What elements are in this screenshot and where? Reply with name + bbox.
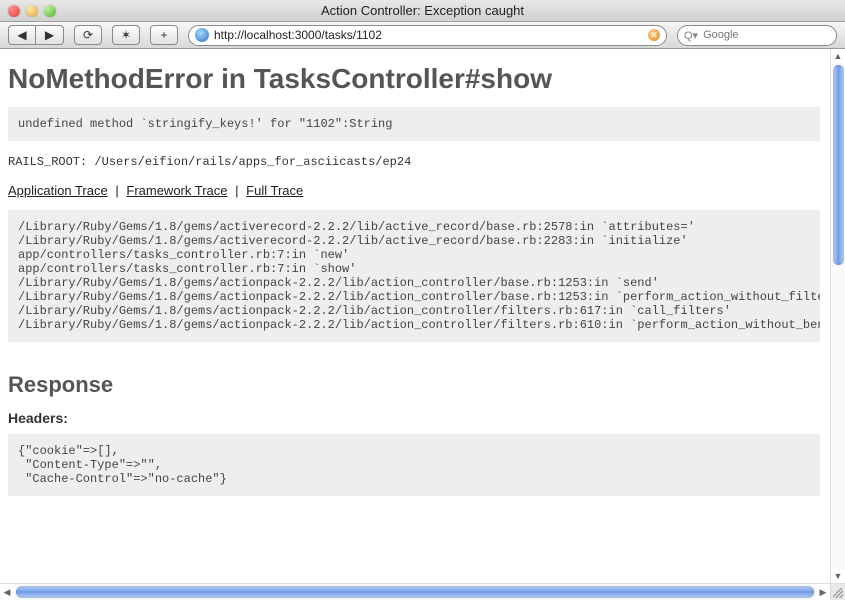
site-globe-icon (195, 28, 209, 42)
trace-separator: | (115, 183, 118, 198)
page-content: NoMethodError in TasksController#show un… (0, 49, 830, 516)
zoom-window-icon[interactable] (44, 5, 56, 17)
url-text: http://localhost:3000/tasks/1102 (214, 28, 382, 42)
browser-toolbar: ◀ ▶ ⟳ ✶ + http://localhost:3000/tasks/11… (0, 22, 845, 49)
traffic-lights (0, 5, 56, 17)
plus-icon: + (160, 28, 167, 42)
search-input[interactable] (703, 29, 845, 41)
scroll-left-icon[interactable]: ◀ (0, 585, 14, 600)
horizontal-scrollbar[interactable]: ◀ ▶ (0, 583, 830, 600)
page-viewport: NoMethodError in TasksController#show un… (0, 49, 830, 583)
error-heading: NoMethodError in TasksController#show (8, 63, 820, 95)
back-button[interactable]: ◀ (8, 25, 36, 45)
add-tab-button[interactable]: + (150, 25, 178, 45)
rails-root-label: RAILS_ROOT: (8, 155, 87, 169)
response-heading: Response (8, 372, 820, 398)
window-title: Action Controller: Exception caught (321, 3, 524, 18)
url-bar[interactable]: http://localhost:3000/tasks/1102 ✕ (188, 25, 667, 46)
stack-trace-block: /Library/Ruby/Gems/1.8/gems/activerecord… (8, 210, 820, 342)
stop-loading-icon[interactable]: ✕ (648, 29, 660, 41)
window-titlebar: Action Controller: Exception caught (0, 0, 845, 22)
full-trace-link[interactable]: Full Trace (246, 183, 303, 198)
close-window-icon[interactable] (8, 5, 20, 17)
trace-links: Application Trace | Framework Trace | Fu… (8, 183, 820, 198)
search-provider-label: Q▾ (684, 29, 698, 42)
rails-root-line: RAILS_ROOT: /Users/eifion/rails/apps_for… (8, 155, 820, 169)
error-message-block: undefined method `stringify_keys!' for "… (8, 107, 820, 141)
bookmark-icon: ✶ (121, 28, 131, 42)
forward-button[interactable]: ▶ (36, 25, 64, 45)
scroll-right-icon[interactable]: ▶ (816, 585, 830, 600)
headers-block: {"cookie"=>[], "Content-Type"=>"", "Cach… (8, 434, 820, 496)
application-trace-link[interactable]: Application Trace (8, 183, 108, 198)
reload-button[interactable]: ⟳ (74, 25, 102, 45)
framework-trace-link[interactable]: Framework Trace (126, 183, 227, 198)
vertical-scrollbar[interactable]: ▲ ▼ (830, 49, 845, 583)
vertical-scroll-thumb[interactable] (833, 65, 844, 265)
resize-grip-icon[interactable] (830, 583, 845, 600)
reload-icon: ⟳ (83, 28, 93, 42)
search-bar[interactable]: Q▾ (677, 25, 837, 46)
vertical-scroll-track[interactable] (831, 63, 845, 569)
horizontal-scroll-track[interactable] (14, 584, 816, 600)
nav-button-group: ◀ ▶ (8, 25, 64, 45)
scroll-down-icon[interactable]: ▼ (832, 569, 845, 583)
horizontal-scroll-thumb[interactable] (16, 586, 814, 598)
back-icon: ◀ (17, 28, 26, 42)
trace-separator: | (235, 183, 238, 198)
minimize-window-icon[interactable] (26, 5, 38, 17)
scroll-up-icon[interactable]: ▲ (832, 49, 845, 63)
headers-label: Headers: (8, 410, 820, 426)
rails-root-value: /Users/eifion/rails/apps_for_asciicasts/… (94, 155, 411, 169)
forward-icon: ▶ (45, 28, 54, 42)
bookmark-button[interactable]: ✶ (112, 25, 140, 45)
